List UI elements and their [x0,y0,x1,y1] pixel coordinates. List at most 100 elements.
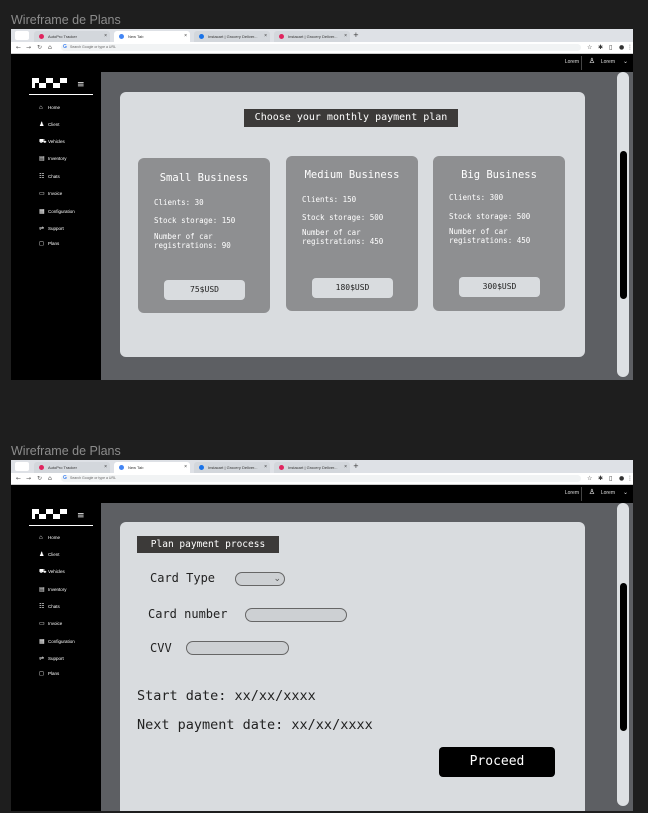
sidebar-item-invoice[interactable]: ▭ Invoice [39,188,62,200]
address-input[interactable]: G Search Google or type a URL [61,44,581,51]
forward-icon[interactable]: → [26,43,31,52]
back-icon[interactable]: ← [16,43,21,52]
browser-tab-active[interactable]: New Tab × [114,31,190,42]
header-user-name[interactable]: Lorem [601,490,615,496]
extensions-icon[interactable]: ✱ [598,44,603,52]
browser-tab-bar: AutoPro Tracker × New Tab × Instacart | Gr… [11,460,633,473]
tab-favicon [119,34,124,39]
plan-card-big[interactable]: Big Business Clients: 300 Stock storage:… [433,156,565,311]
sidebar-item-vehicles[interactable]: ⛟Vehicles [39,136,65,148]
tab-close-icon[interactable]: × [104,31,107,42]
scrollbar-thumb[interactable] [620,151,627,299]
extensions-icon[interactable]: ✱ [598,475,603,483]
tab-close-icon[interactable]: × [264,31,267,42]
window-control[interactable] [15,31,29,40]
header-link[interactable]: Lorem [565,59,579,65]
sidebar-item-inventory[interactable]: ▤ Inventory [39,153,67,165]
reload-icon[interactable]: ↻ [37,43,42,52]
tab-close-icon[interactable]: × [184,31,187,42]
tab-favicon [199,34,204,39]
sidebar-item-support[interactable]: ⇌ Support [39,223,64,235]
sidebar-item-client[interactable]: ♟ Client [39,119,60,131]
sidebar-item-plans[interactable]: ◻ Plans [39,668,59,680]
home-icon[interactable]: ⌂ [48,474,52,483]
tab-close-icon[interactable]: × [344,31,347,42]
start-date: Start date: xx/xx/xxxx [137,688,316,704]
window-control[interactable] [15,462,29,471]
sidebar-item-home[interactable]: ⌂ Home [39,532,60,544]
payment-frame: AutoPro Tracker × New Tab × Instacart | Gr… [11,460,633,811]
browser-tab-bar: AutoPro Tracker × New Tab × Instacart | Gr… [11,29,633,42]
user-icon[interactable]: ♙ [589,57,595,66]
header-link[interactable]: Lorem [565,490,579,496]
checkered-logo [32,509,72,521]
star-icon[interactable]: ☆ [587,44,592,52]
scrollbar-thumb[interactable] [620,583,627,731]
back-icon[interactable]: ← [16,474,21,483]
new-tab-button[interactable]: + [353,31,359,40]
menu-icon[interactable]: ⋮ [627,475,633,483]
folder-icon: ▭ [39,621,45,627]
forward-icon[interactable]: → [26,474,31,483]
browser-tab[interactable]: Instacart | Grocery Deliver... × [194,462,270,473]
browser-tab[interactable]: Instacart | Grocery Deliver... × [274,462,350,473]
card-type-select[interactable]: ⌄ [235,572,285,586]
scrollbar[interactable] [617,503,629,806]
hamburger-icon[interactable]: ≡ [77,80,85,90]
sidebar-item-configuration[interactable]: ▦ Configuration [39,636,75,648]
reload-icon[interactable]: ↻ [37,474,42,483]
plan-price-button[interactable]: 75$USD [164,280,245,300]
tab-close-icon[interactable]: × [104,462,107,473]
browser-tab[interactable]: AutoPro Tracker × [34,462,110,473]
address-bar-row: ← → ↻ ⌂ G Search Google or type a URL ☆ ✱… [11,473,633,485]
plan-storage: Stock storage: 150 [154,216,236,225]
plan-clients: Clients: 300 [449,193,504,202]
sidebar-item-inventory[interactable]: ▤ Inventory [39,584,67,596]
proceed-button[interactable]: Proceed [439,747,555,777]
home-icon[interactable]: ⌂ [48,43,52,52]
sidebar-item-vehicles[interactable]: ⛟Vehicles [39,566,65,578]
sidebar-item-plans[interactable]: ◻ Plans [39,238,59,250]
tab-close-icon[interactable]: × [184,462,187,473]
sidebar-item-home[interactable]: ⌂ Home [39,102,60,114]
browser-tab-active[interactable]: New Tab × [114,462,190,473]
tab-close-icon[interactable]: × [344,462,347,473]
google-icon: G [63,44,67,50]
folder-icon: ▭ [39,191,45,197]
plan-card-small[interactable]: Small Business Clients: 30 Stock storage… [138,158,270,313]
user-icon[interactable]: ♙ [589,488,595,497]
plan-card-medium[interactable]: Medium Business Clients: 150 Stock stora… [286,156,418,311]
profile-icon[interactable]: ● [619,44,624,52]
card-number-input[interactable] [245,608,347,622]
sidepanel-icon[interactable]: ▯ [609,44,612,52]
new-tab-button[interactable]: + [353,462,359,471]
star-icon[interactable]: ☆ [587,475,592,483]
plan-price-button[interactable]: 180$USD [312,278,393,298]
sidebar-item-invoice[interactable]: ▭ Invoice [39,618,62,630]
plan-price-button[interactable]: 300$USD [459,277,540,297]
profile-icon[interactable]: ● [619,475,624,483]
chevron-down-icon[interactable]: ⌄ [623,58,628,65]
tab-close-icon[interactable]: × [264,462,267,473]
plans-icon: ◻ [39,671,44,677]
scrollbar[interactable] [617,72,629,377]
sidebar-item-chats[interactable]: ☷ Chats [39,171,60,183]
address-input[interactable]: G Search Google or type a URL [61,475,581,482]
hamburger-icon[interactable]: ≡ [77,511,85,521]
sidebar-item-configuration[interactable]: ▦ Configuration [39,206,75,218]
sidebar-item-support[interactable]: ⇌ Support [39,653,64,665]
car-icon: ⛟ [39,569,47,575]
frame-title: Wireframe de Plans [11,444,121,458]
header-user-name[interactable]: Lorem [601,59,615,65]
sidepanel-icon[interactable]: ▯ [609,475,612,483]
browser-tab[interactable]: Instacart | Grocery Deliver... × [274,31,350,42]
chevron-down-icon[interactable]: ⌄ [623,489,628,496]
menu-icon[interactable]: ⋮ [627,44,633,52]
sidebar-item-client[interactable]: ♟ Client [39,549,60,561]
browser-tab[interactable]: AutoPro Tracker × [34,31,110,42]
sidebar-item-chats[interactable]: ☷ Chats [39,601,60,613]
cvv-input[interactable] [186,641,289,655]
page-title: Plan payment process [137,536,279,553]
browser-tab[interactable]: Instacart | Grocery Deliver... × [194,31,270,42]
home-icon: ⌂ [39,535,43,541]
